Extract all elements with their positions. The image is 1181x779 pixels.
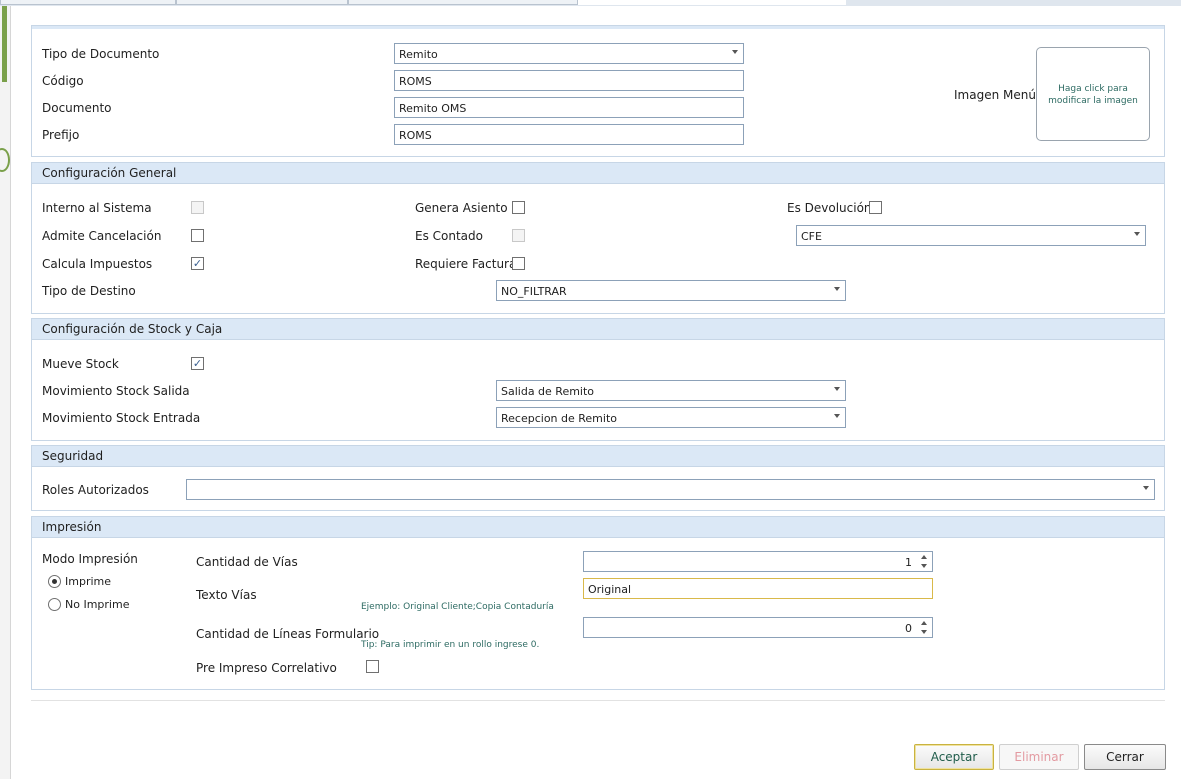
interno-label: Interno al Sistema [42, 201, 152, 215]
tipo-destino-select[interactable]: NO_FILTRAR [496, 280, 846, 301]
imprime-radio[interactable] [48, 575, 61, 588]
prefijo-input[interactable]: ROMS [394, 124, 744, 145]
stock-config-title: Configuración de Stock y Caja [42, 322, 223, 336]
preimpreso-checkbox[interactable] [366, 660, 379, 673]
left-accent-bar [2, 6, 7, 82]
admite-label: Admite Cancelación [42, 229, 162, 243]
salida-label: Movimiento Stock Salida [42, 384, 190, 398]
check-icon: ✓ [192, 357, 203, 370]
roles-select[interactable] [186, 479, 1155, 500]
lineas-value: 0 [905, 622, 912, 635]
calcula-checkbox[interactable]: ✓ [191, 257, 204, 270]
codigo-input[interactable]: ROMS [394, 70, 744, 91]
impresion-panel: Impresión Modo Impresión Imprime No Impr… [31, 516, 1165, 690]
mueve-stock-checkbox[interactable]: ✓ [191, 357, 204, 370]
vias-value: 1 [905, 556, 912, 569]
aceptar-button[interactable]: Aceptar [914, 744, 994, 770]
entrada-label: Movimiento Stock Entrada [42, 411, 201, 425]
lineas-spinner[interactable]: 0 [583, 617, 933, 638]
contado-label: Es Contado [415, 229, 483, 243]
tipo-documento-label: Tipo de Documento [42, 47, 160, 61]
calcula-label: Calcula Impuestos [42, 257, 153, 271]
documento-label: Documento [42, 101, 112, 115]
entrada-value: Recepcion de Remito [501, 412, 617, 425]
chevron-down-icon [1134, 232, 1140, 236]
seguridad-title: Seguridad [42, 449, 104, 463]
no-imprime-label: No Imprime [65, 598, 130, 611]
chevron-down-icon [834, 387, 840, 391]
texto-vias-input[interactable]: Original [583, 578, 933, 599]
chevron-down-icon [834, 287, 840, 291]
left-sidebar-edge [0, 6, 11, 779]
requiere-label: Requiere Factura [415, 257, 517, 271]
texto-vias-label: Texto Vías [196, 588, 257, 602]
vias-label: Cantidad de Vías [196, 555, 298, 569]
genera-checkbox[interactable] [512, 201, 525, 214]
admite-checkbox[interactable] [191, 229, 204, 242]
bottom-divider [31, 700, 1165, 701]
chevron-down-icon [1143, 486, 1149, 490]
texto-vias-hint: Ejemplo: Original Cliente;Copia Contadur… [361, 602, 554, 612]
cerrar-button[interactable]: Cerrar [1084, 744, 1166, 770]
tab-bar [0, 0, 846, 6]
roles-label: Roles Autorizados [42, 483, 149, 497]
document-header-panel: Tipo de Documento Remito Código ROMS Doc… [31, 25, 1165, 157]
mueve-stock-label: Mueve Stock [42, 357, 119, 371]
spin-down-icon[interactable] [921, 564, 927, 568]
tab-2[interactable] [176, 0, 348, 5]
imagen-menu-label: Imagen Menú [954, 88, 1036, 102]
tipo-documento-value: Remito [399, 48, 438, 61]
vias-spinner[interactable]: 1 [583, 551, 933, 572]
imagen-hint: Haga click para modificar la imagen [1048, 84, 1138, 106]
impresion-title: Impresión [42, 520, 102, 534]
requiere-checkbox[interactable] [512, 257, 525, 270]
contado-checkbox[interactable] [512, 229, 525, 242]
devolucion-label: Es Devolución [787, 201, 872, 215]
spin-up-icon[interactable] [921, 621, 927, 625]
check-icon: ✓ [192, 257, 203, 270]
salida-value: Salida de Remito [501, 385, 595, 398]
tab-1[interactable] [0, 0, 176, 5]
genera-label: Genera Asiento [415, 201, 508, 215]
tipo-destino-value: NO_FILTRAR [501, 285, 567, 298]
tab-active[interactable] [578, 0, 846, 5]
salida-select[interactable]: Salida de Remito [496, 380, 846, 401]
modo-impresion-label: Modo Impresión [42, 552, 138, 566]
chevron-down-icon [834, 414, 840, 418]
spin-up-icon[interactable] [921, 555, 927, 559]
chevron-down-icon [732, 50, 738, 54]
imagen-menu-picker[interactable]: Haga click para modificar la imagen [1036, 47, 1150, 141]
cfe-select[interactable]: CFE [796, 225, 1146, 246]
documento-input[interactable]: Remito OMS [394, 97, 744, 118]
cfe-value: CFE [801, 230, 822, 243]
tipo-destino-label: Tipo de Destino [42, 284, 136, 298]
interno-checkbox[interactable] [191, 201, 204, 214]
tab-3[interactable] [348, 0, 578, 5]
preimpreso-label: Pre Impreso Correlativo [196, 661, 337, 675]
imprime-label: Imprime [65, 575, 112, 588]
lineas-label: Cantidad de Líneas Formulario [196, 627, 380, 641]
codigo-label: Código [42, 74, 84, 88]
prefijo-label: Prefijo [42, 128, 80, 142]
tipo-documento-select[interactable]: Remito [394, 43, 744, 64]
eliminar-button[interactable]: Eliminar [999, 744, 1079, 770]
seguridad-panel: Seguridad Roles Autorizados [31, 445, 1165, 511]
devolucion-checkbox[interactable] [869, 201, 882, 214]
lineas-hint: Tip: Para imprimir en un rollo ingrese 0… [361, 640, 540, 650]
spin-down-icon[interactable] [921, 630, 927, 634]
stock-config-panel: Configuración de Stock y Caja Mueve Stoc… [31, 318, 1165, 441]
entrada-select[interactable]: Recepcion de Remito [496, 407, 846, 428]
general-config-title: Configuración General [42, 166, 177, 180]
no-imprime-radio[interactable] [48, 598, 61, 611]
general-config-panel: Configuración General Interno al Sistema… [31, 162, 1165, 314]
